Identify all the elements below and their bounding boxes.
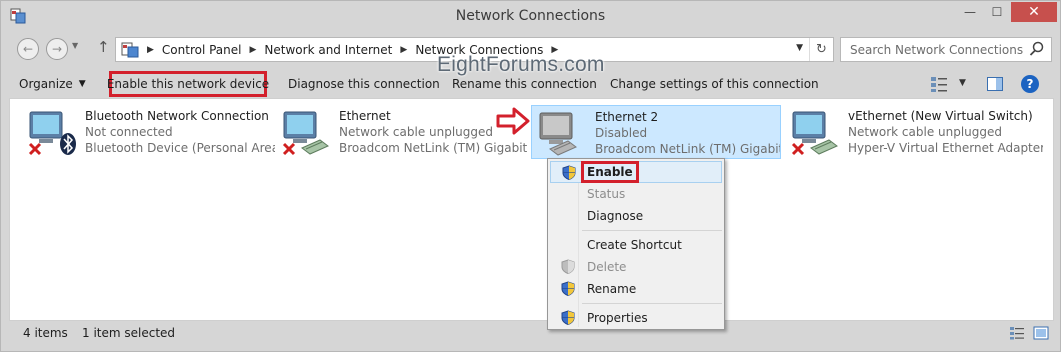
- view-options-chevron-down-icon[interactable]: ▼: [959, 78, 977, 96]
- menu-item-status: Status: [587, 187, 626, 201]
- menu-separator: [582, 303, 722, 304]
- menu-item-diagnose[interactable]: Diagnose: [550, 205, 722, 227]
- disabled-network-icon: [539, 112, 577, 156]
- maximize-button[interactable]: ☐: [983, 2, 1011, 22]
- search-icon[interactable]: [1029, 41, 1045, 57]
- connection-device: Broadcom NetLink (TM) Gigabit E...: [339, 141, 529, 155]
- address-dropdown-chevron-icon[interactable]: ▼: [796, 43, 803, 53]
- help-icon[interactable]: ?: [1021, 75, 1039, 93]
- selection-count: 1 item selected: [82, 326, 176, 340]
- connection-text: Ethernet 2 Disabled Broadcom NetLink (TM…: [595, 109, 780, 157]
- connection-text: Bluetooth Network Connection Not connect…: [85, 108, 275, 156]
- uac-shield-icon: [562, 165, 576, 180]
- menu-item-enable-label: Enable: [581, 161, 639, 183]
- connection-item-ethernet-2[interactable]: Ethernet 2 Disabled Broadcom NetLink (TM…: [531, 105, 781, 159]
- diagnose-connection-button[interactable]: Diagnose this connection: [288, 71, 440, 97]
- close-button[interactable]: ✕: [1011, 2, 1057, 22]
- connection-name: Ethernet 2: [595, 110, 659, 124]
- breadcrumb-separator-icon[interactable]: ▶: [147, 45, 154, 55]
- breadcrumb-network-and-internet[interactable]: Network and Internet: [264, 43, 392, 57]
- breadcrumb-control-panel[interactable]: Control Panel: [162, 43, 242, 57]
- menu-item-enable[interactable]: Enable: [550, 161, 722, 183]
- connection-status: Not connected: [85, 125, 173, 139]
- explorer-window: Network Connections — ☐ ✕ ← → ▼ ↑ ▶ Cont…: [0, 0, 1061, 352]
- large-icons-view-icon[interactable]: [1033, 326, 1049, 340]
- minimize-button[interactable]: —: [956, 2, 984, 22]
- connection-device: Broadcom NetLink (TM) Gigabit E...: [595, 142, 780, 156]
- menu-separator: [582, 230, 722, 231]
- bluetooth-network-icon: [28, 111, 76, 156]
- menu-item-rename-label: Rename: [587, 282, 637, 296]
- menu-item-delete-label: Delete: [587, 260, 627, 274]
- change-view-icon[interactable]: [930, 75, 948, 93]
- status-bar: 4 items 1 item selected: [1, 322, 1060, 344]
- connection-status: Network cable unplugged: [848, 125, 1003, 139]
- organize-label: Organize: [19, 77, 73, 91]
- breadcrumb-separator-icon[interactable]: ▶: [250, 45, 257, 55]
- organize-chevron-down-icon: ▼: [78, 79, 86, 89]
- connection-item-vethernet[interactable]: vEthernet (New Virtual Switch) Network c…: [785, 105, 1047, 159]
- connection-device: Hyper-V Virtual Ethernet Adapter ...: [848, 141, 1043, 155]
- search-input[interactable]: Search Network Connections: [840, 37, 1052, 62]
- back-button[interactable]: ←: [17, 38, 39, 60]
- up-arrow-icon[interactable]: ↑: [97, 38, 110, 56]
- connection-item-bluetooth[interactable]: Bluetooth Network Connection Not connect…: [22, 105, 275, 159]
- watermark-text: EightForums.com: [437, 53, 605, 76]
- organize-button[interactable]: Organize ▼: [19, 71, 86, 97]
- uac-shield-icon: [561, 281, 575, 296]
- connection-text: vEthernet (New Virtual Switch) Network c…: [848, 108, 1043, 156]
- menu-item-rename[interactable]: Rename: [550, 278, 722, 300]
- red-arrow-icon: [496, 107, 530, 135]
- change-connection-settings-button[interactable]: Change settings of this connection: [610, 71, 819, 97]
- refresh-button[interactable]: ↻: [809, 38, 833, 61]
- details-view-icon[interactable]: [1009, 326, 1025, 340]
- control-panel-icon: [121, 42, 139, 57]
- ethernet-network-icon: [282, 111, 329, 156]
- connections-list[interactable]: Bluetooth Network Connection Not connect…: [9, 98, 1054, 330]
- connection-device: Bluetooth Device (Personal Area ...: [85, 141, 275, 155]
- window-title: Network Connections: [455, 8, 606, 24]
- connection-item-ethernet[interactable]: Ethernet Network cable unplugged Broadco…: [276, 105, 529, 159]
- ethernet-network-icon: [791, 111, 838, 156]
- menu-item-create-shortcut[interactable]: Create Shortcut: [550, 234, 722, 256]
- uac-shield-disabled-icon: [561, 259, 575, 274]
- forward-button[interactable]: →: [46, 38, 68, 60]
- recent-locations-chevron-icon[interactable]: ▼: [72, 41, 78, 50]
- enable-network-device-button[interactable]: Enable this network device: [107, 71, 269, 97]
- item-count: 4 items: [23, 326, 68, 340]
- connection-name: vEthernet (New Virtual Switch): [848, 109, 1033, 123]
- search-placeholder: Search Network Connections: [850, 42, 1024, 57]
- breadcrumb-separator-icon[interactable]: ▶: [400, 45, 407, 55]
- menu-item-delete: Delete: [550, 256, 722, 278]
- connection-status: Disabled: [595, 126, 648, 140]
- connection-name: Bluetooth Network Connection: [85, 109, 269, 123]
- preview-pane-icon[interactable]: [986, 75, 1004, 93]
- context-menu: Enable Status Diagnose Create Shortcut D…: [547, 158, 725, 330]
- title-bar[interactable]: Network Connections — ☐ ✕: [1, 1, 1060, 33]
